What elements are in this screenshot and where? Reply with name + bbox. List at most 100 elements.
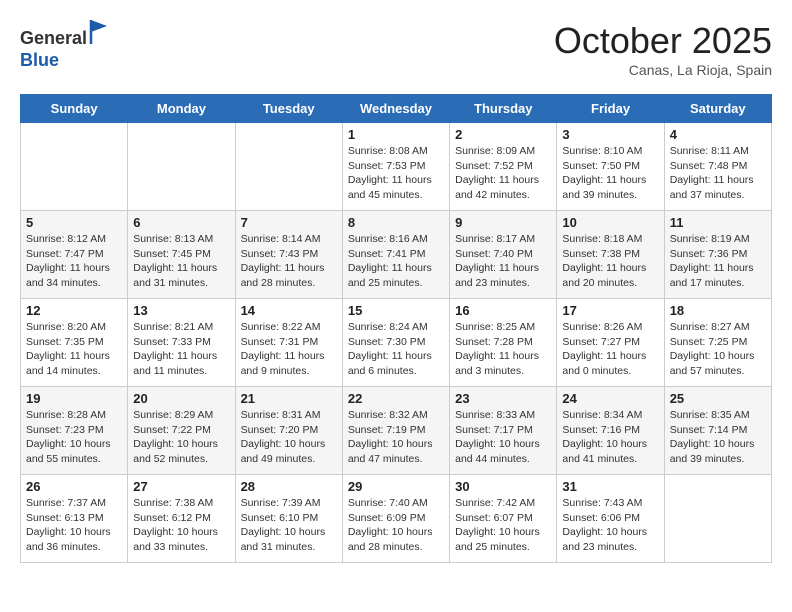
calendar-cell: 27 Sunrise: 7:38 AM Sunset: 6:12 PM Dayli…	[128, 475, 235, 563]
day-info: Sunrise: 7:38 AM Sunset: 6:12 PM Dayligh…	[133, 496, 229, 555]
title-block: October 2025 Canas, La Rioja, Spain	[554, 20, 772, 78]
day-number: 18	[670, 303, 766, 318]
calendar-cell: 7Sunrise: 8:14 AM Sunset: 7:43 PM Daylig…	[235, 211, 342, 299]
calendar-cell	[664, 475, 771, 563]
weekday-header-saturday: Saturday	[664, 95, 771, 123]
day-number: 2	[455, 127, 551, 142]
day-number: 9	[455, 215, 551, 230]
day-info: Sunrise: 8:28 AM Sunset: 7:23 PM Dayligh…	[26, 408, 122, 467]
day-info: Sunrise: 8:09 AM Sunset: 7:52 PM Dayligh…	[455, 144, 551, 203]
day-info: Sunrise: 7:43 AM Sunset: 6:06 PM Dayligh…	[562, 496, 658, 555]
day-number: 29	[348, 479, 444, 494]
calendar-cell: 21 Sunrise: 8:31 AM Sunset: 7:20 PM Dayli…	[235, 387, 342, 475]
day-number: 31	[562, 479, 658, 494]
day-number: 23	[455, 391, 551, 406]
day-number: 6	[133, 215, 229, 230]
calendar-week-4: 19 Sunrise: 8:28 AM Sunset: 7:23 PM Dayli…	[21, 387, 772, 475]
day-number: 24	[562, 391, 658, 406]
day-info: Sunrise: 8:32 AM Sunset: 7:19 PM Dayligh…	[348, 408, 444, 467]
calendar-cell: 14Sunrise: 8:22 AM Sunset: 7:31 PM Dayli…	[235, 299, 342, 387]
logo-general: General	[20, 28, 87, 48]
day-number: 1	[348, 127, 444, 142]
day-number: 8	[348, 215, 444, 230]
calendar-cell: 6 Sunrise: 8:13 AM Sunset: 7:45 PM Daylig…	[128, 211, 235, 299]
day-info: Sunrise: 8:16 AM Sunset: 7:41 PM Dayligh…	[348, 232, 444, 291]
day-info: Sunrise: 8:35 AM Sunset: 7:14 PM Dayligh…	[670, 408, 766, 467]
day-info: Sunrise: 8:18 AM Sunset: 7:38 PM Dayligh…	[562, 232, 658, 291]
day-info: Sunrise: 8:33 AM Sunset: 7:17 PM Dayligh…	[455, 408, 551, 467]
day-info: Sunrise: 8:24 AM Sunset: 7:30 PM Dayligh…	[348, 320, 444, 379]
calendar-cell	[128, 123, 235, 211]
logo-blue: Blue	[20, 50, 59, 70]
weekday-header-friday: Friday	[557, 95, 664, 123]
calendar-week-1: 1Sunrise: 8:08 AM Sunset: 7:53 PM Daylig…	[21, 123, 772, 211]
calendar-cell: 22 Sunrise: 8:32 AM Sunset: 7:19 PM Dayli…	[342, 387, 449, 475]
calendar-cell: 31 Sunrise: 7:43 AM Sunset: 6:06 PM Dayli…	[557, 475, 664, 563]
day-number: 15	[348, 303, 444, 318]
calendar-cell: 28 Sunrise: 7:39 AM Sunset: 6:10 PM Dayli…	[235, 475, 342, 563]
day-info: Sunrise: 7:40 AM Sunset: 6:09 PM Dayligh…	[348, 496, 444, 555]
weekday-header-monday: Monday	[128, 95, 235, 123]
calendar-cell	[21, 123, 128, 211]
calendar-cell: 19 Sunrise: 8:28 AM Sunset: 7:23 PM Dayli…	[21, 387, 128, 475]
day-number: 28	[241, 479, 337, 494]
logo: General Blue	[20, 20, 109, 71]
calendar-cell: 16 Sunrise: 8:25 AM Sunset: 7:28 PM Dayli…	[450, 299, 557, 387]
calendar-week-3: 12Sunrise: 8:20 AM Sunset: 7:35 PM Dayli…	[21, 299, 772, 387]
calendar-cell: 17 Sunrise: 8:26 AM Sunset: 7:27 PM Dayli…	[557, 299, 664, 387]
day-number: 5	[26, 215, 122, 230]
day-info: Sunrise: 8:10 AM Sunset: 7:50 PM Dayligh…	[562, 144, 658, 203]
calendar-cell: 20Sunrise: 8:29 AM Sunset: 7:22 PM Dayli…	[128, 387, 235, 475]
day-info: Sunrise: 8:19 AM Sunset: 7:36 PM Dayligh…	[670, 232, 766, 291]
calendar-body: 1Sunrise: 8:08 AM Sunset: 7:53 PM Daylig…	[21, 123, 772, 563]
day-info: Sunrise: 8:34 AM Sunset: 7:16 PM Dayligh…	[562, 408, 658, 467]
calendar-cell: 5 Sunrise: 8:12 AM Sunset: 7:47 PM Daylig…	[21, 211, 128, 299]
day-info: Sunrise: 7:37 AM Sunset: 6:13 PM Dayligh…	[26, 496, 122, 555]
day-info: Sunrise: 7:39 AM Sunset: 6:10 PM Dayligh…	[241, 496, 337, 555]
day-info: Sunrise: 8:29 AM Sunset: 7:22 PM Dayligh…	[133, 408, 229, 467]
day-number: 13	[133, 303, 229, 318]
calendar-cell: 18 Sunrise: 8:27 AM Sunset: 7:25 PM Dayli…	[664, 299, 771, 387]
day-number: 16	[455, 303, 551, 318]
month-title: October 2025	[554, 20, 772, 62]
calendar-cell: 26Sunrise: 7:37 AM Sunset: 6:13 PM Dayli…	[21, 475, 128, 563]
calendar-cell: 29 Sunrise: 7:40 AM Sunset: 6:09 PM Dayli…	[342, 475, 449, 563]
day-info: Sunrise: 8:26 AM Sunset: 7:27 PM Dayligh…	[562, 320, 658, 379]
day-number: 21	[241, 391, 337, 406]
day-info: Sunrise: 8:13 AM Sunset: 7:45 PM Dayligh…	[133, 232, 229, 291]
day-info: Sunrise: 8:31 AM Sunset: 7:20 PM Dayligh…	[241, 408, 337, 467]
day-info: Sunrise: 8:27 AM Sunset: 7:25 PM Dayligh…	[670, 320, 766, 379]
calendar-cell: 30 Sunrise: 7:42 AM Sunset: 6:07 PM Dayli…	[450, 475, 557, 563]
day-number: 17	[562, 303, 658, 318]
day-number: 22	[348, 391, 444, 406]
calendar-cell	[235, 123, 342, 211]
calendar-cell: 11Sunrise: 8:19 AM Sunset: 7:36 PM Dayli…	[664, 211, 771, 299]
calendar-week-5: 26Sunrise: 7:37 AM Sunset: 6:13 PM Dayli…	[21, 475, 772, 563]
day-number: 30	[455, 479, 551, 494]
day-number: 3	[562, 127, 658, 142]
calendar-cell: 10Sunrise: 8:18 AM Sunset: 7:38 PM Dayli…	[557, 211, 664, 299]
calendar-cell: 13Sunrise: 8:21 AM Sunset: 7:33 PM Dayli…	[128, 299, 235, 387]
calendar-table: SundayMondayTuesdayWednesdayThursdayFrid…	[20, 94, 772, 563]
calendar-cell: 3 Sunrise: 8:10 AM Sunset: 7:50 PM Daylig…	[557, 123, 664, 211]
day-number: 14	[241, 303, 337, 318]
calendar-cell: 8 Sunrise: 8:16 AM Sunset: 7:41 PM Daylig…	[342, 211, 449, 299]
day-info: Sunrise: 8:25 AM Sunset: 7:28 PM Dayligh…	[455, 320, 551, 379]
day-info: Sunrise: 8:17 AM Sunset: 7:40 PM Dayligh…	[455, 232, 551, 291]
calendar-cell: 4 Sunrise: 8:11 AM Sunset: 7:48 PM Daylig…	[664, 123, 771, 211]
calendar-cell: 23 Sunrise: 8:33 AM Sunset: 7:17 PM Dayli…	[450, 387, 557, 475]
weekday-header-sunday: Sunday	[21, 95, 128, 123]
calendar-cell: 12Sunrise: 8:20 AM Sunset: 7:35 PM Dayli…	[21, 299, 128, 387]
calendar-week-2: 5 Sunrise: 8:12 AM Sunset: 7:47 PM Daylig…	[21, 211, 772, 299]
day-number: 4	[670, 127, 766, 142]
weekday-header-wednesday: Wednesday	[342, 95, 449, 123]
day-number: 19	[26, 391, 122, 406]
calendar-cell: 2 Sunrise: 8:09 AM Sunset: 7:52 PM Daylig…	[450, 123, 557, 211]
day-info: Sunrise: 7:42 AM Sunset: 6:07 PM Dayligh…	[455, 496, 551, 555]
day-info: Sunrise: 8:11 AM Sunset: 7:48 PM Dayligh…	[670, 144, 766, 203]
day-info: Sunrise: 8:20 AM Sunset: 7:35 PM Dayligh…	[26, 320, 122, 379]
weekday-row: SundayMondayTuesdayWednesdayThursdayFrid…	[21, 95, 772, 123]
day-number: 27	[133, 479, 229, 494]
weekday-header-thursday: Thursday	[450, 95, 557, 123]
day-info: Sunrise: 8:12 AM Sunset: 7:47 PM Dayligh…	[26, 232, 122, 291]
